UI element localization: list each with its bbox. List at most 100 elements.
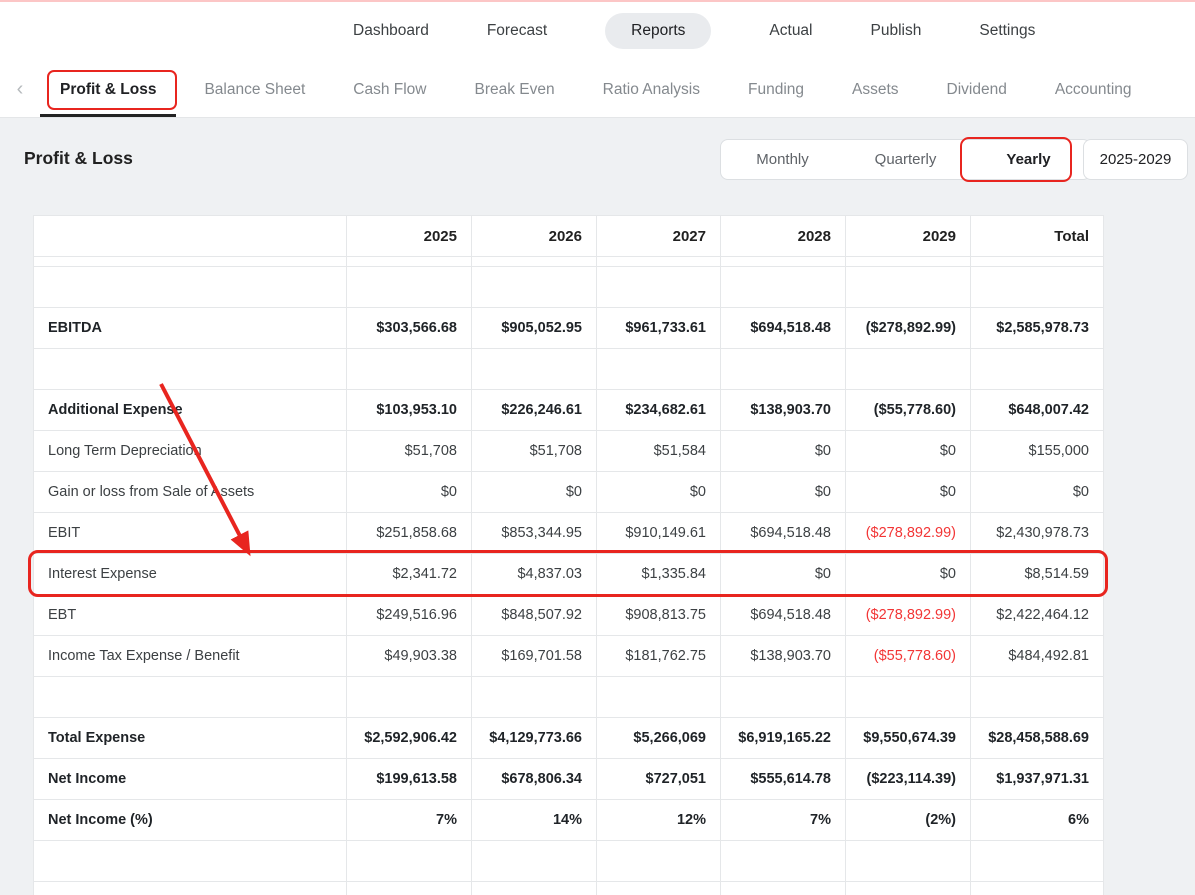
empty-cell [596, 256, 721, 267]
cell: $155,000 [970, 430, 1104, 472]
empty-cell [970, 266, 1104, 308]
tab-balance-sheet[interactable]: Balance Sheet [204, 62, 305, 117]
table-header-row: 2025 2026 2027 2028 2029 Total [33, 215, 1104, 257]
blank-row [33, 840, 1104, 882]
empty-cell [720, 840, 846, 882]
tab-funding[interactable]: Funding [748, 62, 804, 117]
cell: $0 [845, 471, 971, 513]
table-row-gain-or-loss-from-sale-of-assets: Gain or loss from Sale of Assets $0 $0 $0 $0… [33, 471, 1104, 513]
empty-cell [596, 676, 721, 718]
cell: $6,919,165.22 [720, 717, 846, 759]
period-option-monthly[interactable]: Monthly [721, 140, 844, 179]
cell: 7% [346, 799, 472, 841]
empty-cell [845, 676, 971, 718]
cell: $226,246.61 [471, 389, 597, 431]
report-tabbar: ‹ Profit & Loss Balance Sheet Cash Flow Bre… [0, 62, 1195, 118]
main-content: Profit & Loss Monthly Quarterly Yearly 202… [0, 118, 1195, 895]
blank-row [33, 348, 1104, 390]
col-2029: 2029 [845, 215, 971, 257]
empty-cell [346, 266, 472, 308]
empty-cell [471, 881, 597, 895]
tab-profit-loss[interactable]: Profit & Loss [40, 62, 178, 117]
col-2027: 2027 [596, 215, 721, 257]
cell: $138,903.70 [720, 635, 846, 677]
cell: $961,733.61 [596, 307, 721, 349]
cell: $4,129,773.66 [471, 717, 597, 759]
empty-cell [346, 840, 472, 882]
period-option-yearly[interactable]: Yearly [967, 140, 1090, 179]
nav-item-dashboard[interactable]: Dashboard [353, 22, 429, 40]
cell: $234,682.61 [596, 389, 721, 431]
cell: $28,458,588.69 [970, 717, 1104, 759]
empty-cell [346, 676, 472, 718]
row-label: Net Income [33, 758, 347, 800]
cell: $251,858.68 [346, 512, 472, 554]
period-segmented-control: Monthly Quarterly Yearly [720, 139, 1091, 180]
cell: $0 [346, 471, 472, 513]
empty-cell [845, 840, 971, 882]
col-2028: 2028 [720, 215, 846, 257]
empty-cell [471, 676, 597, 718]
cell: $8,514.59 [970, 553, 1104, 595]
chevron-left-icon[interactable]: ‹ [0, 78, 40, 101]
nav-item-actual[interactable]: Actual [769, 22, 812, 40]
top-accent-line [0, 0, 1195, 2]
pl-table-wrap: 2025 2026 2027 2028 2029 Total EBITDA $303,566… [28, 215, 1108, 895]
empty-cell [33, 348, 347, 390]
tab-ratio-analysis[interactable]: Ratio Analysis [603, 62, 700, 117]
table-row-net-income: Net Income (%) 7% 14% 12% 7% (2%) 6% [33, 799, 1104, 841]
table-row-ebit: EBIT $251,858.68 $853,344.95 $910,149.61 $69… [33, 512, 1104, 554]
cell: $2,422,464.12 [970, 594, 1104, 636]
empty-cell [720, 348, 846, 390]
year-range-dropdown[interactable]: 2025-2029 [1083, 139, 1188, 180]
cell: $4,837.03 [471, 553, 597, 595]
top-nav: Dashboard Forecast Reports Actual Publish Set… [0, 0, 1195, 62]
empty-cell [970, 881, 1104, 895]
tab-cash-flow[interactable]: Cash Flow [353, 62, 426, 117]
empty-cell [471, 348, 597, 390]
nav-item-publish[interactable]: Publish [871, 22, 922, 40]
col-2026: 2026 [471, 215, 597, 257]
row-label: Long Term Depreciation [33, 430, 347, 472]
row-label: Net Income (%) [33, 799, 347, 841]
nav-item-reports[interactable]: Reports [605, 13, 712, 49]
empty-cell [471, 266, 597, 308]
table-row-ebt: EBT $249,516.96 $848,507.92 $908,813.75 $694… [33, 594, 1104, 636]
empty-cell [845, 266, 971, 308]
empty-cell [596, 348, 721, 390]
row-label: Income Tax Expense / Benefit [33, 635, 347, 677]
cell: $138,903.70 [720, 389, 846, 431]
empty-cell [720, 256, 846, 267]
cell: $2,341.72 [346, 553, 472, 595]
cell: $678,806.34 [471, 758, 597, 800]
tab-dividend[interactable]: Dividend [947, 62, 1007, 117]
cell: ($55,778.60) [845, 635, 971, 677]
table-row-long-term-depreciation: Long Term Depreciation $51,708 $51,708 $51,… [33, 430, 1104, 472]
row-label: EBITDA [33, 307, 347, 349]
empty-cell [720, 676, 846, 718]
cell: ($223,114.39) [845, 758, 971, 800]
empty-cell [346, 348, 472, 390]
row-label: Additional Expense [33, 389, 347, 431]
nav-item-settings[interactable]: Settings [979, 22, 1035, 40]
tab-break-even[interactable]: Break Even [475, 62, 555, 117]
cell: $51,708 [346, 430, 472, 472]
cell: 7% [720, 799, 846, 841]
tab-accounting[interactable]: Accounting [1055, 62, 1132, 117]
cell: $727,051 [596, 758, 721, 800]
cell: $1,937,971.31 [970, 758, 1104, 800]
cell: $303,566.68 [346, 307, 472, 349]
cell: ($278,892.99) [845, 594, 971, 636]
empty-cell [845, 881, 971, 895]
page: Dashboard Forecast Reports Actual Publish Set… [0, 0, 1195, 895]
empty-cell [346, 881, 472, 895]
table-row-net-income: Net Income $199,613.58 $678,806.34 $727,051… [33, 758, 1104, 800]
cell: $853,344.95 [471, 512, 597, 554]
nav-item-forecast[interactable]: Forecast [487, 22, 547, 40]
tab-assets[interactable]: Assets [852, 62, 899, 117]
period-option-quarterly[interactable]: Quarterly [844, 140, 967, 179]
cell: $0 [720, 430, 846, 472]
col-2025: 2025 [346, 215, 472, 257]
cell: 14% [471, 799, 597, 841]
cell: ($278,892.99) [845, 512, 971, 554]
